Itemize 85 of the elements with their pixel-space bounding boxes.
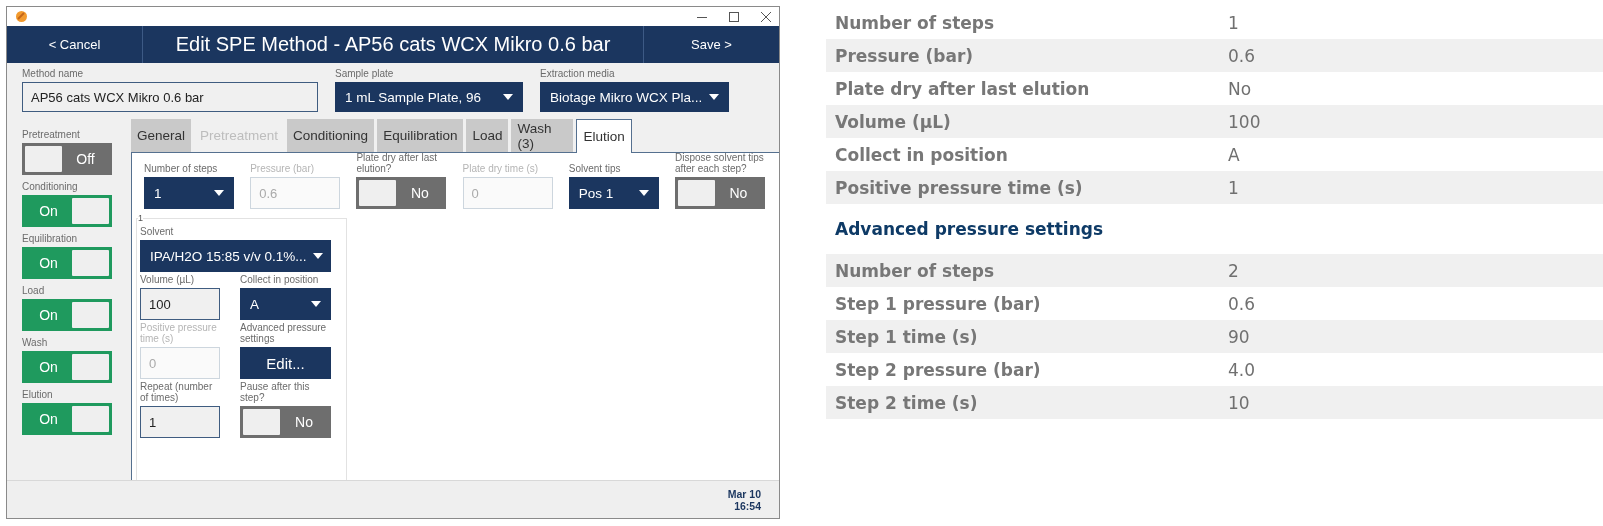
stage-label: Conditioning	[22, 181, 79, 192]
toggle-switch[interactable]: Off	[22, 143, 112, 175]
toggle-switch[interactable]: On	[22, 403, 112, 435]
setting-value: 0.6	[1228, 293, 1256, 314]
setting-value: 0.6	[1228, 45, 1256, 66]
setting-value: A	[1228, 144, 1240, 165]
window-title: Edit SPE Method - AP56 cats WCX Mikro 0.6 bar	[174, 32, 612, 57]
field-label: Volume (µL)	[140, 274, 196, 285]
setting-value: 100	[1228, 111, 1261, 132]
stage-label: Load	[22, 285, 46, 296]
field-label: Positive pressure time (s)	[140, 322, 218, 344]
field-label: Extraction media	[540, 68, 616, 79]
input-field[interactable]: 1	[140, 406, 220, 438]
field-label: Number of steps	[144, 163, 219, 174]
stage-label: Elution	[22, 389, 54, 400]
tab[interactable]: General	[131, 119, 192, 152]
dropdown[interactable]: Pos 1	[568, 177, 659, 209]
tab[interactable]: Load	[466, 119, 509, 152]
toggle-switch[interactable]: No	[674, 177, 765, 209]
field-label: Solvent	[140, 226, 175, 237]
toggle-switch[interactable]: On	[22, 299, 112, 331]
dropdown[interactable]: IPA/H2O 15:85 v/v 0.1%...	[140, 240, 331, 272]
field-label: Pressure (bar)	[250, 163, 316, 174]
setting-label: Volume (µL)	[834, 111, 952, 132]
caret-icon	[214, 190, 224, 196]
field-label: Pause after this step?	[240, 381, 311, 403]
stage-label: Wash	[22, 337, 49, 348]
close-icon[interactable]	[761, 11, 771, 22]
save-button[interactable]: Save >	[643, 26, 779, 63]
setting-label: Number of steps	[834, 12, 996, 33]
setting-label: Step 1 pressure (bar)	[834, 293, 1042, 314]
stage-label: Equilibration	[22, 233, 79, 244]
dropdown[interactable]: 1 mL Sample Plate, 96	[335, 82, 523, 112]
setting-label: Step 2 pressure (bar)	[834, 359, 1042, 380]
field-label: Solvent tips	[568, 163, 622, 174]
setting-label: Step 2 time (s)	[834, 392, 979, 413]
setting-value: No	[1228, 78, 1252, 99]
field-label: Method name	[22, 68, 85, 79]
edit-button[interactable]: Edit...	[240, 347, 331, 379]
toggle-switch[interactable]: On	[22, 351, 112, 383]
setting-label: Pressure (bar)	[834, 45, 975, 66]
field-label: Advanced pressure settings	[240, 322, 328, 344]
setting-value: 1	[1228, 177, 1239, 198]
stage-label: Pretreatment	[22, 129, 81, 140]
time-label: 16:54	[734, 499, 761, 512]
field-label: Plate dry time (s)	[462, 163, 540, 174]
field-label: Repeat (number of times)	[140, 381, 214, 403]
field-label: Plate dry after last elution?	[356, 152, 438, 174]
maximize-icon[interactable]	[729, 11, 739, 22]
setting-label: Plate dry after last elution	[834, 78, 1091, 99]
setting-label: Number of steps	[834, 260, 996, 281]
setting-value: 2	[1228, 260, 1239, 281]
app-logo-icon	[16, 11, 27, 22]
section-heading: Advanced pressure settings	[834, 219, 1104, 239]
tab[interactable]: Elution	[576, 119, 632, 153]
dropdown[interactable]: 1	[144, 177, 234, 209]
setting-label: Collect in position	[834, 144, 1009, 165]
setting-value: 90	[1228, 326, 1250, 347]
step-number: 1	[138, 213, 143, 223]
setting-value: 1	[1228, 12, 1239, 33]
setting-label: Positive pressure time (s)	[834, 177, 1084, 198]
caret-icon	[638, 190, 649, 196]
cancel-button[interactable]: < Cancel	[7, 26, 143, 63]
tab[interactable]: Equilibration	[377, 119, 464, 152]
setting-label: Step 1 time (s)	[834, 326, 979, 347]
dropdown[interactable]: A	[240, 288, 331, 320]
tab[interactable]: Conditioning	[287, 119, 375, 152]
field-label: Collect in position	[240, 274, 320, 285]
field-label: Sample plate	[335, 68, 395, 79]
caret-icon	[311, 301, 321, 307]
dropdown[interactable]: Biotage Mikro WCX Pla...	[540, 82, 729, 112]
toggle-switch[interactable]: No	[240, 406, 331, 438]
caret-icon	[709, 94, 719, 100]
date-label: Mar 10	[727, 487, 761, 500]
setting-value: 4.0	[1228, 359, 1256, 380]
caret-icon	[312, 253, 323, 259]
toggle-switch[interactable]: On	[22, 195, 112, 227]
input-field[interactable]: 100	[140, 288, 220, 320]
input-field[interactable]: AP56 cats WCX Mikro 0.6 bar	[22, 82, 318, 112]
field-label: Dispose solvent tips after each step?	[674, 152, 765, 174]
caret-icon	[503, 94, 513, 100]
setting-value: 10	[1228, 392, 1250, 413]
toggle-switch[interactable]: No	[356, 177, 447, 209]
tab[interactable]: Wash (3)	[511, 119, 574, 152]
toggle-switch[interactable]: On	[22, 247, 112, 279]
